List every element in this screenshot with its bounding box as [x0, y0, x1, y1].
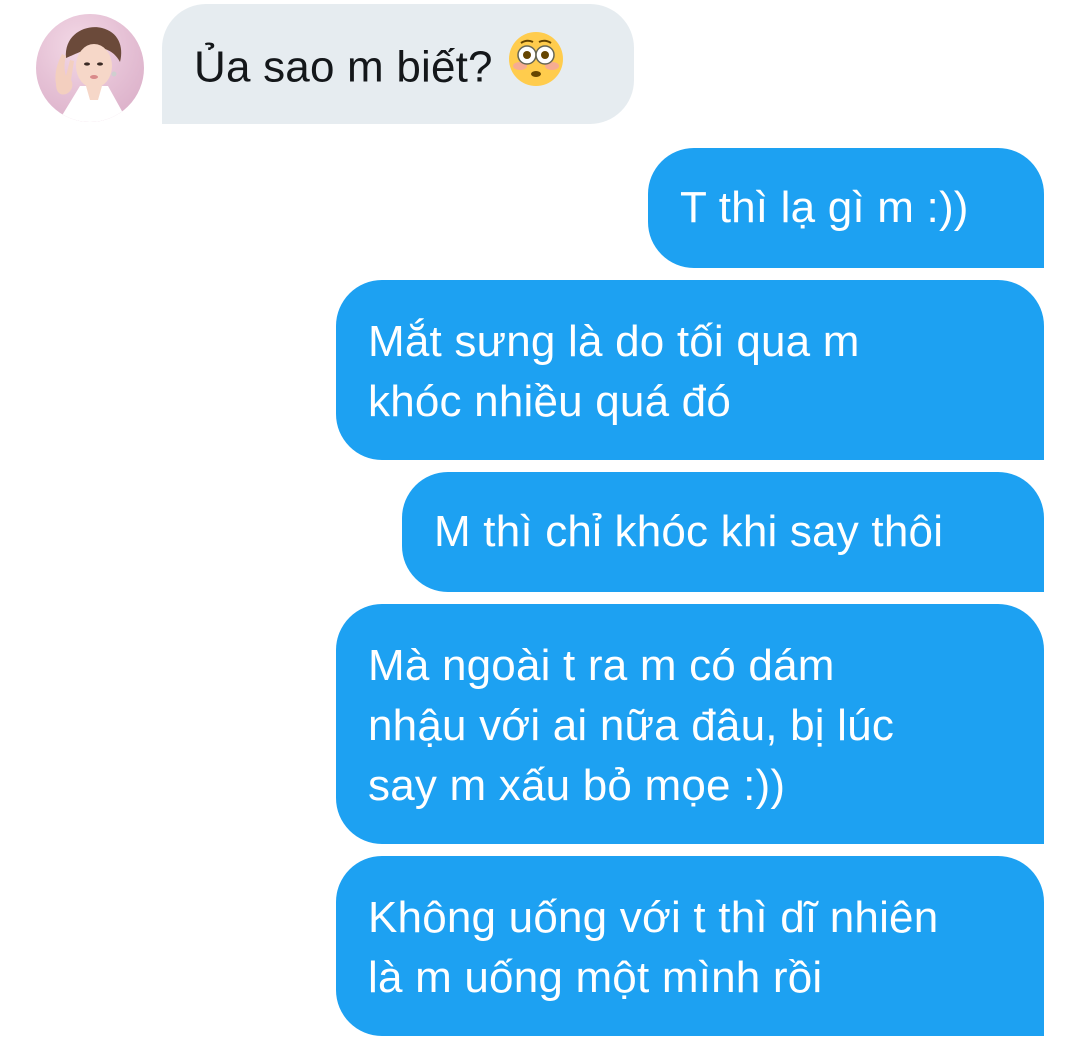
message-text: là m uống một mình rồi — [368, 953, 823, 1002]
message-text: khóc nhiều quá đó — [368, 377, 732, 426]
message-text: Mà ngoài t ra m có dám — [368, 641, 835, 690]
message-bubble-outgoing[interactable]: M thì chỉ khóc khi say thôi — [402, 472, 1044, 592]
message-text: say m xấu bỏ mọe :)) — [368, 761, 786, 810]
message-text: nhậu với ai nữa đâu, bị lúc — [368, 701, 895, 750]
contact-avatar[interactable] — [36, 14, 144, 122]
message-text: T thì lạ gì m :)) — [680, 183, 969, 232]
message-text: Ủa sao m biết? — [194, 42, 493, 92]
avatar-photo-icon — [55, 27, 128, 122]
message-bubble-outgoing[interactable]: Mà ngoài t ra m có dám nhậu với ai nữa đ… — [336, 604, 1044, 844]
message-bubble-incoming[interactable]: Ủa sao m biết? — [162, 4, 634, 124]
message-bubble-outgoing[interactable]: T thì lạ gì m :)) — [648, 148, 1044, 268]
message-text: Không uống với t thì dĩ nhiên — [368, 893, 939, 942]
flushed-face-emoji-icon — [507, 30, 565, 104]
message-text: Mắt sưng là do tối qua m — [368, 317, 860, 366]
message-text: M thì chỉ khóc khi say thôi — [434, 507, 944, 556]
message-bubble-outgoing[interactable]: Không uống với t thì dĩ nhiên là m uống … — [336, 856, 1044, 1036]
message-bubble-outgoing[interactable]: Mắt sưng là do tối qua m khóc nhiều quá … — [336, 280, 1044, 460]
